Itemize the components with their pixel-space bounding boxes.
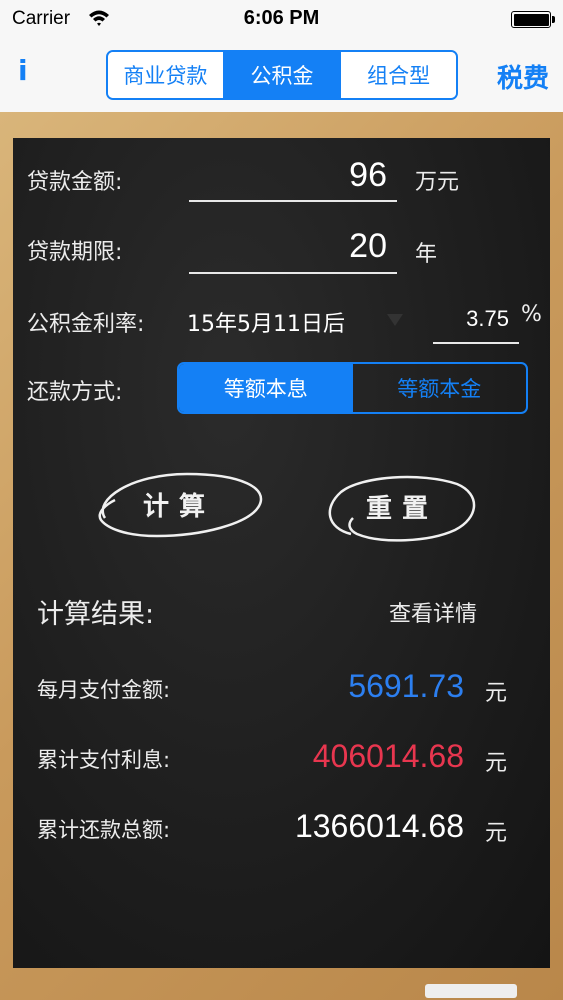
loan-amount-label: 贷款金额:: [27, 170, 123, 195]
monthly-payment-value: 5691.73: [348, 668, 464, 704]
status-bar: Carrier 6:06 PM: [0, 0, 563, 40]
tab-provident-fund[interactable]: 公积金: [224, 52, 342, 98]
calculate-button[interactable]: 计算: [91, 466, 267, 542]
loan-term-unit: 年: [415, 242, 438, 267]
tab-commercial-loan[interactable]: 商业贷款: [108, 52, 225, 98]
calculate-label: 计算: [142, 491, 215, 522]
total-repayment-label: 累计还款总额:: [37, 818, 171, 842]
reset-button[interactable]: 重置: [321, 468, 483, 544]
rate-date-selector[interactable]: 15年5月11日后: [187, 306, 345, 338]
total-interest-label: 累计支付利息:: [37, 748, 171, 772]
loan-amount-unit: 万元: [415, 170, 460, 195]
total-repayment-unit: 元: [485, 821, 508, 846]
repayment-method-segmented-control: 等额本息 等额本金: [177, 362, 528, 414]
method-equal-principal[interactable]: 等额本金: [353, 364, 527, 412]
monthly-payment-unit: 元: [485, 681, 508, 706]
monthly-payment-label: 每月支付金额:: [37, 678, 171, 702]
chalk-stick: [425, 984, 517, 998]
method-equal-installment[interactable]: 等额本息: [179, 364, 353, 412]
total-interest-value: 406014.68: [312, 738, 464, 774]
info-button[interactable]: i: [18, 54, 28, 87]
loan-term-input[interactable]: 20: [189, 227, 387, 266]
rate-input[interactable]: 3.75: [433, 306, 509, 332]
chalkboard-frame: 贷款金额: 96 万元 贷款期限: 20 年 公积金利率: 15年5月11日后 …: [0, 112, 563, 1000]
total-interest-unit: 元: [485, 751, 508, 776]
loan-amount-input[interactable]: 96: [189, 156, 387, 195]
loan-type-segmented-control: 商业贷款 公积金 组合型: [106, 50, 458, 100]
view-details-link[interactable]: 查看详情: [389, 596, 477, 628]
loan-amount-underline: [189, 200, 397, 202]
tab-combined-loan[interactable]: 组合型: [341, 52, 456, 98]
loan-term-underline: [189, 272, 397, 274]
battery-icon: [511, 11, 555, 28]
loan-term-label: 贷款期限:: [27, 240, 123, 265]
clock: 6:06 PM: [243, 7, 320, 29]
tax-fee-button[interactable]: 税费: [497, 58, 549, 95]
rate-label: 公积金利率:: [27, 312, 145, 337]
repayment-method-label: 还款方式:: [27, 380, 123, 405]
chevron-down-icon[interactable]: [387, 314, 403, 326]
nav-bar: i 商业贷款 公积金 组合型 税费: [0, 40, 563, 112]
chalkboard: 贷款金额: 96 万元 贷款期限: 20 年 公积金利率: 15年5月11日后 …: [13, 138, 550, 968]
rate-underline: [433, 342, 519, 344]
result-title: 计算结果:: [37, 599, 155, 630]
total-repayment-value: 1366014.68: [294, 808, 464, 844]
reset-label: 重置: [365, 493, 438, 524]
rate-unit: %: [521, 302, 542, 327]
